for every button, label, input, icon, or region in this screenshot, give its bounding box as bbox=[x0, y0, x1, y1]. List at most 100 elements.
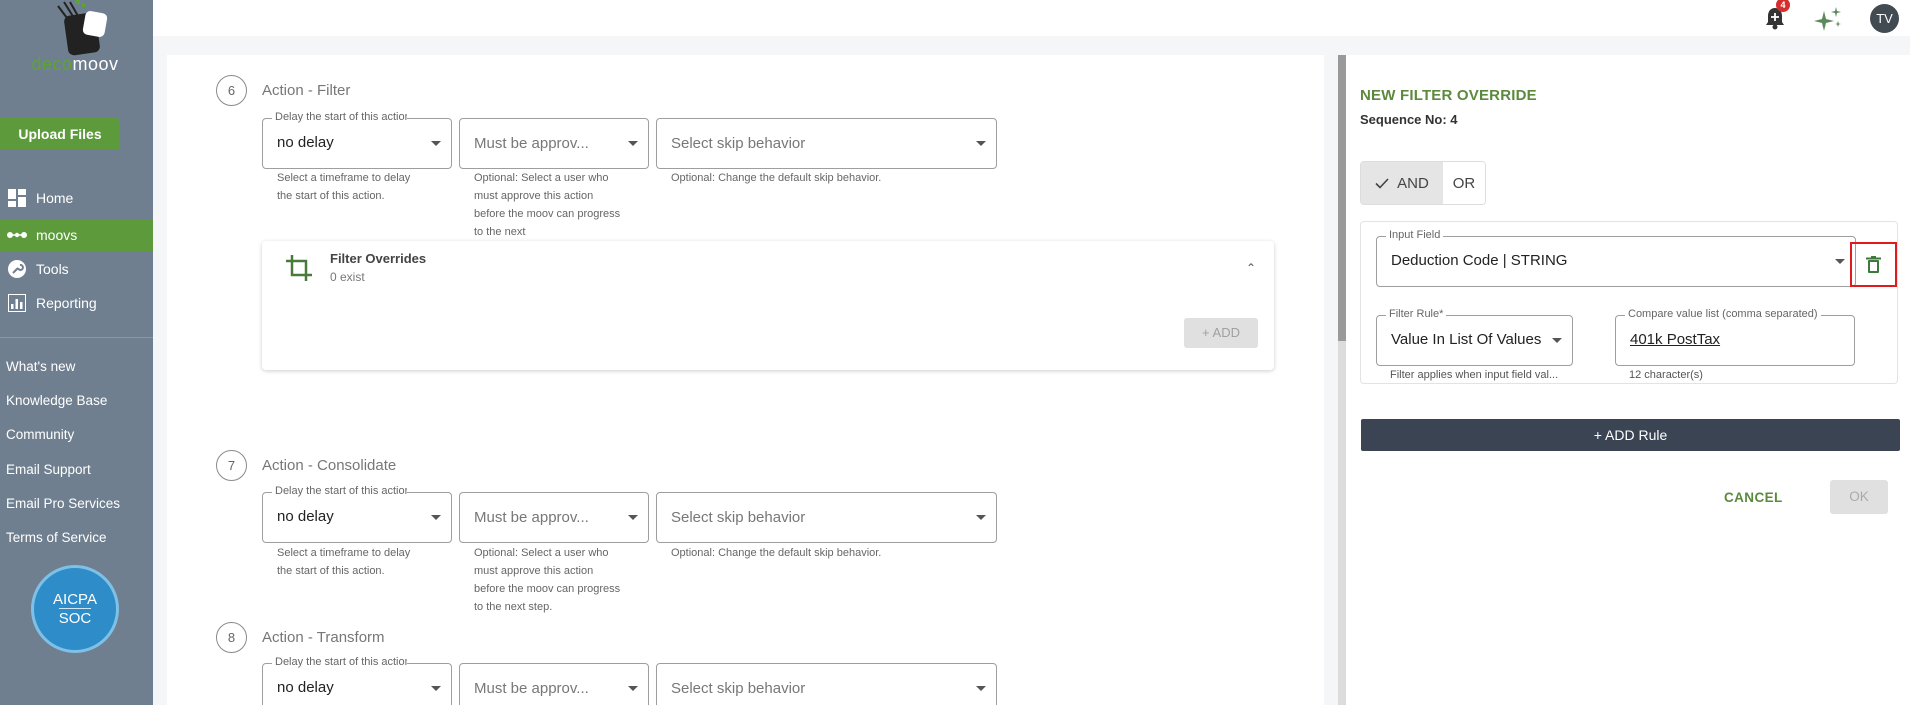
approver-select[interactable]: Must be approv... bbox=[459, 492, 649, 543]
sidebar-item-tools[interactable]: Tools bbox=[0, 253, 153, 285]
and-toggle-button[interactable]: AND bbox=[1361, 162, 1443, 204]
chevron-down-icon bbox=[628, 141, 638, 146]
sidebar: decomoov Upload Files Home moovs Tools R… bbox=[0, 0, 153, 705]
delete-rule-button[interactable] bbox=[1850, 242, 1897, 287]
step-number: 7 bbox=[216, 450, 247, 481]
delay-select[interactable]: Delay the start of this action no delay bbox=[262, 485, 452, 543]
chevron-down-icon bbox=[1552, 338, 1562, 343]
link-email-pro-services[interactable]: Email Pro Services bbox=[6, 496, 120, 511]
chevron-down-icon bbox=[431, 141, 441, 146]
step-title: Action - Transform bbox=[262, 629, 385, 646]
ok-button[interactable]: OK bbox=[1830, 480, 1888, 514]
cancel-button[interactable]: CANCEL bbox=[1724, 490, 1783, 505]
top-bar bbox=[153, 0, 1910, 36]
filter-overrides-title: Filter Overrides bbox=[330, 251, 427, 266]
skip-behavior-placeholder: Select skip behavior bbox=[671, 680, 806, 697]
delay-select-value: no delay bbox=[277, 679, 334, 696]
step-title: Action - Filter bbox=[262, 82, 351, 99]
character-count: 12 character(s) bbox=[1629, 369, 1703, 381]
step-title: Action - Consolidate bbox=[262, 457, 397, 474]
link-whats-new[interactable]: What's new bbox=[6, 359, 75, 374]
chevron-down-icon bbox=[976, 515, 986, 520]
sidebar-divider bbox=[0, 337, 153, 338]
step-number: 6 bbox=[216, 75, 247, 106]
skip-helper-text: Optional: Change the default skip behavi… bbox=[671, 547, 882, 559]
sidebar-item-label: Reporting bbox=[36, 295, 97, 311]
link-knowledge-base[interactable]: Knowledge Base bbox=[6, 393, 107, 408]
badge-line-2: SOC bbox=[58, 608, 92, 627]
skip-behavior-select[interactable]: Select skip behavior bbox=[656, 663, 997, 705]
sidebar-item-label: moovs bbox=[36, 227, 78, 243]
approver-select-placeholder: Must be approv... bbox=[474, 680, 589, 697]
approver-select-placeholder: Must be approv... bbox=[474, 509, 589, 526]
add-filter-override-button[interactable]: + ADD bbox=[1184, 318, 1258, 348]
scrollbar-thumb[interactable] bbox=[1338, 55, 1346, 341]
chevron-down-icon bbox=[431, 686, 441, 691]
link-terms-of-service[interactable]: Terms of Service bbox=[6, 530, 107, 545]
delay-select[interactable]: Delay the start of this action no delay bbox=[262, 656, 452, 705]
skip-behavior-select[interactable]: Select skip behavior bbox=[656, 492, 997, 543]
delay-select-value: no delay bbox=[277, 134, 334, 151]
delay-select[interactable]: Delay the start of this action no delay bbox=[262, 111, 452, 169]
input-field-value: Deduction Code | STRING bbox=[1391, 252, 1568, 269]
avatar[interactable]: TV bbox=[1870, 4, 1899, 33]
skip-behavior-placeholder: Select skip behavior bbox=[671, 509, 806, 526]
filter-rule-value: Value In List Of Values bbox=[1391, 331, 1542, 348]
skip-behavior-placeholder: Select skip behavior bbox=[671, 135, 806, 152]
approver-helper-text: Optional: Select a user who must approve… bbox=[474, 547, 621, 613]
badge-line-1: AICPA bbox=[53, 591, 97, 608]
panel-title: NEW FILTER OVERRIDE bbox=[1360, 87, 1537, 104]
input-field-select[interactable]: Input Field Deduction Code | STRING bbox=[1376, 229, 1856, 287]
approver-select[interactable]: Must be approv... bbox=[459, 118, 649, 169]
upload-files-button[interactable]: Upload Files bbox=[0, 118, 120, 150]
filter-overrides-panel: Filter Overrides 0 exist ⌃ + ADD bbox=[262, 241, 1274, 370]
and-label: AND bbox=[1397, 174, 1429, 192]
sparkle-icon[interactable] bbox=[1812, 5, 1844, 33]
decomoov-logo[interactable]: decomoov bbox=[20, 0, 130, 80]
compare-value-input[interactable]: Compare value list (comma separated) 401… bbox=[1615, 308, 1855, 366]
chevron-down-icon bbox=[628, 686, 638, 691]
crop-icon bbox=[286, 255, 312, 281]
logo-text: decomoov bbox=[20, 54, 130, 75]
skip-helper-text: Optional: Change the default skip behavi… bbox=[671, 172, 882, 184]
chevron-down-icon bbox=[976, 141, 986, 146]
sidebar-item-home[interactable]: Home bbox=[0, 182, 153, 214]
sequence-number: Sequence No: 4 bbox=[1360, 112, 1458, 127]
link-email-support[interactable]: Email Support bbox=[6, 462, 91, 477]
or-toggle-button[interactable]: OR bbox=[1443, 162, 1485, 204]
logo-mark-icon bbox=[57, 0, 108, 56]
chevron-down-icon bbox=[628, 515, 638, 520]
delay-select-label: Delay the start of this action bbox=[272, 111, 407, 123]
skip-behavior-select[interactable]: Select skip behavior bbox=[656, 118, 997, 169]
chart-icon bbox=[7, 293, 27, 313]
trash-icon bbox=[1866, 256, 1881, 273]
approver-select-placeholder: Must be approv... bbox=[474, 135, 589, 152]
sidebar-item-reporting[interactable]: Reporting bbox=[0, 287, 153, 319]
sidebar-item-label: Home bbox=[36, 190, 74, 206]
link-community[interactable]: Community bbox=[6, 427, 74, 442]
approver-helper-text: Optional: Select a user who must approve… bbox=[474, 172, 621, 238]
sidebar-item-moovs[interactable]: moovs bbox=[0, 219, 153, 251]
check-icon bbox=[1375, 177, 1389, 189]
dots-icon bbox=[7, 225, 27, 245]
logo-text-moov: moov bbox=[72, 54, 119, 74]
compare-value-label: Compare value list (comma separated) bbox=[1625, 308, 1821, 320]
and-or-toggle: AND OR bbox=[1360, 161, 1486, 205]
filter-overrides-count: 0 exist bbox=[330, 270, 365, 284]
wrench-icon bbox=[7, 259, 27, 279]
add-rule-button[interactable]: + ADD Rule bbox=[1361, 419, 1900, 451]
logo-text-deco: deco bbox=[31, 54, 73, 74]
chevron-up-icon[interactable]: ⌃ bbox=[1246, 261, 1256, 275]
filter-rule-helper: Filter applies when input field val... bbox=[1390, 369, 1559, 381]
filter-rule-select[interactable]: Filter Rule* Value In List Of Values bbox=[1376, 308, 1573, 366]
dashboard-icon bbox=[7, 188, 27, 208]
sidebar-item-label: Tools bbox=[36, 261, 69, 277]
approver-select[interactable]: Must be approv... bbox=[459, 663, 649, 705]
delay-helper-text: Select a timeframe to delay the start of… bbox=[277, 547, 411, 577]
delay-select-label: Delay the start of this action bbox=[272, 485, 407, 497]
step-number: 8 bbox=[216, 622, 247, 653]
chevron-down-icon bbox=[976, 686, 986, 691]
delay-helper-text: Select a timeframe to delay the start of… bbox=[277, 172, 411, 202]
chevron-down-icon bbox=[431, 515, 441, 520]
delay-select-label: Delay the start of this action bbox=[272, 656, 407, 668]
